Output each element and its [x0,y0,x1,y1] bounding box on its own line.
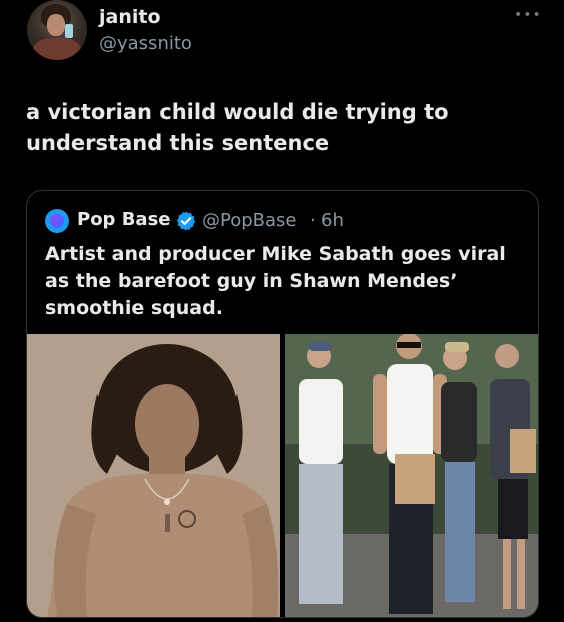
avatar-phone [65,24,73,38]
quoted-timestamp[interactable]: 6h [321,210,344,231]
quoted-tweet-card[interactable]: Pop Base @PopBase · 6h Artist and produc… [26,190,539,618]
quoted-tweet-text: Artist and producer Mike Sabath goes vir… [45,243,506,319]
author-handle[interactable]: @yassnito [99,33,192,54]
popbase-logo-icon [50,214,64,228]
quoted-author-avatar[interactable] [45,209,69,233]
author-display-name[interactable]: janito [99,6,161,28]
meta-separator: · [310,210,316,231]
quoted-author-name[interactable]: Pop Base [77,209,171,230]
avatar-face [47,14,65,36]
quoted-media-photo-group[interactable] [285,334,538,617]
avatar-shirt [33,38,81,60]
author-avatar[interactable] [27,0,87,60]
tweet-text: a victorian child would die trying to un… [26,100,449,155]
quoted-author-handle[interactable]: @PopBase [202,210,296,231]
verified-badge-icon [176,211,196,231]
more-horizontal-icon[interactable]: ••• [514,8,542,22]
quoted-media-photo-portrait[interactable] [27,334,280,617]
